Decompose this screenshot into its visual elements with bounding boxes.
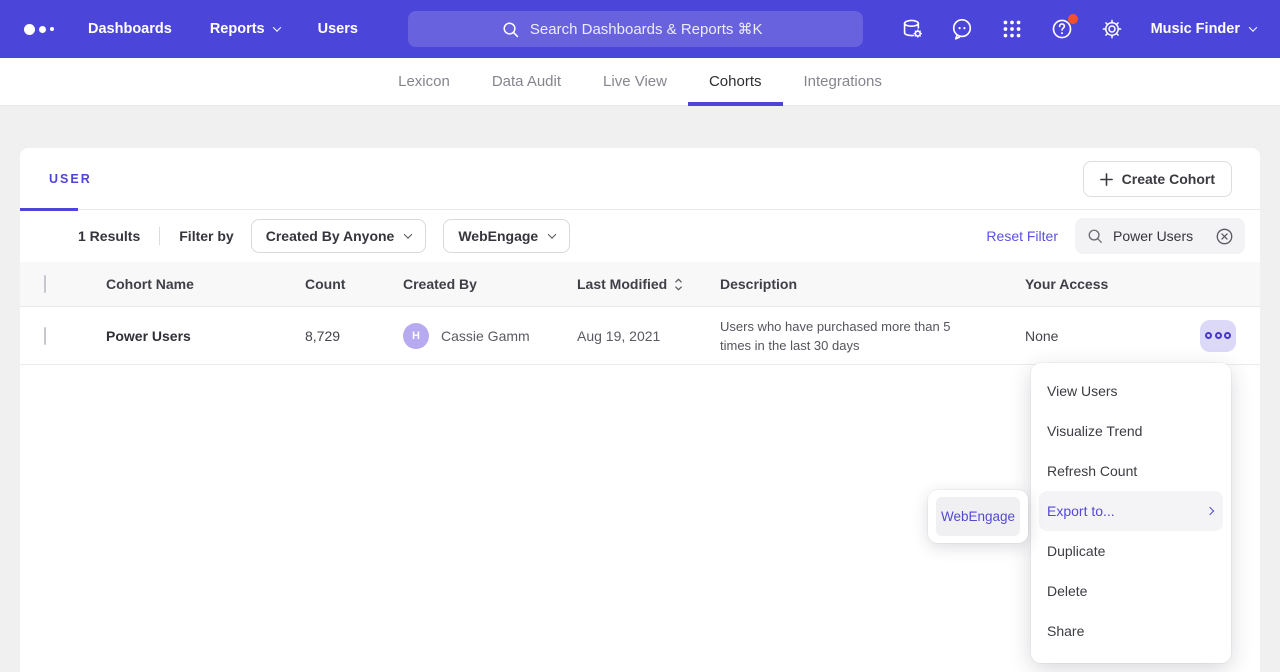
chevron-down-icon <box>1249 23 1257 31</box>
search-icon <box>501 20 520 39</box>
menu-item-visualize-trend[interactable]: Visualize Trend <box>1031 411 1231 451</box>
chevron-right-icon <box>1206 507 1214 515</box>
menu-item-view-users[interactable]: View Users <box>1031 371 1231 411</box>
row-checkbox[interactable] <box>44 327 46 345</box>
results-count: 1 Results <box>78 228 140 244</box>
data-settings-icon[interactable] <box>899 16 925 42</box>
chevron-down-icon <box>404 230 412 238</box>
create-cohort-button[interactable]: Create Cohort <box>1083 161 1232 197</box>
menu-item-delete[interactable]: Delete <box>1031 571 1231 611</box>
top-navigation-bar: Dashboards Reports Users <box>0 0 1280 58</box>
notification-dot <box>1068 14 1078 24</box>
access-cell: None <box>1025 328 1145 344</box>
plus-icon <box>1100 173 1113 186</box>
header-count-label: Count <box>305 276 345 292</box>
menu-item-export-to-label: Export to... <box>1047 503 1115 519</box>
cohort-search-input[interactable] <box>1113 228 1205 244</box>
project-switcher[interactable]: Music Finder <box>1151 21 1256 37</box>
nav-reports[interactable]: Reports <box>210 21 280 37</box>
nav-dashboards[interactable]: Dashboards <box>88 21 172 37</box>
settings-gear-icon[interactable] <box>1099 16 1125 42</box>
header-count[interactable]: Count <box>305 276 403 292</box>
tab-live-view[interactable]: Live View <box>582 58 688 105</box>
last-modified-cell: Aug 19, 2021 <box>577 328 720 344</box>
created-by-cell: H Cassie Gamm <box>403 323 577 349</box>
cohort-name-cell[interactable]: Power Users <box>106 328 305 344</box>
header-created-by-label: Created By <box>403 276 477 292</box>
menu-item-share[interactable]: Share <box>1031 611 1231 651</box>
section-tabs: Lexicon Data Audit Live View Cohorts Int… <box>0 58 1280 106</box>
mixpanel-logo-icon[interactable] <box>24 24 54 35</box>
export-submenu: WebEngage <box>928 490 1028 543</box>
tab-lexicon[interactable]: Lexicon <box>377 58 471 105</box>
menu-item-export-to[interactable]: Export to... <box>1039 491 1223 531</box>
tab-cohorts[interactable]: Cohorts <box>688 58 783 105</box>
submenu-item-webengage[interactable]: WebEngage <box>936 497 1020 536</box>
created-by-dropdown-value: Created By Anyone <box>266 228 395 244</box>
primary-nav: Dashboards Reports Users <box>88 21 358 37</box>
header-last-modified[interactable]: Last Modified <box>577 276 720 292</box>
description-cell: Users who have purchased more than 5 tim… <box>720 317 1025 355</box>
feedback-icon[interactable] <box>949 16 975 42</box>
user-tab-indicator <box>20 208 78 211</box>
header-your-access[interactable]: Your Access <box>1025 276 1145 292</box>
filter-by-label: Filter by <box>179 228 233 244</box>
user-tab[interactable]: USER <box>49 172 92 186</box>
header-description[interactable]: Description <box>720 276 1025 292</box>
menu-item-refresh-count[interactable]: Refresh Count <box>1031 451 1231 491</box>
search-icon <box>1086 227 1104 245</box>
table-row[interactable]: Power Users 8,729 H Cassie Gamm Aug 19, … <box>20 307 1260 365</box>
header-your-access-label: Your Access <box>1025 276 1108 292</box>
clear-search-icon[interactable] <box>1215 227 1234 246</box>
created-by-name: Cassie Gamm <box>441 328 530 344</box>
nav-users[interactable]: Users <box>318 21 358 37</box>
header-last-modified-label: Last Modified <box>577 276 667 292</box>
row-actions-menu: View Users Visualize Trend Refresh Count… <box>1031 363 1231 663</box>
header-description-label: Description <box>720 276 797 292</box>
global-search-input[interactable] <box>530 21 770 38</box>
row-actions-button[interactable] <box>1200 320 1236 352</box>
apps-grid-icon[interactable] <box>999 16 1025 42</box>
global-search[interactable] <box>408 11 863 47</box>
nav-dashboards-label: Dashboards <box>88 21 172 37</box>
cohort-search[interactable] <box>1075 218 1245 254</box>
topbar-icon-group <box>899 16 1125 42</box>
table-header-row: Cohort Name Count Created By Last Modifi… <box>20 262 1260 307</box>
chevron-down-icon <box>272 23 280 31</box>
chevron-down-icon <box>548 230 556 238</box>
panel-header: USER Create Cohort <box>20 148 1260 210</box>
reset-filter-link[interactable]: Reset Filter <box>986 228 1058 244</box>
nav-users-label: Users <box>318 21 358 37</box>
created-by-dropdown[interactable]: Created By Anyone <box>251 219 427 253</box>
tab-integrations[interactable]: Integrations <box>783 58 903 105</box>
header-cohort-name-label: Cohort Name <box>106 276 194 292</box>
filter-toolbar: 1 Results Filter by Created By Anyone We… <box>20 210 1260 262</box>
avatar: H <box>403 323 429 349</box>
integration-dropdown-value: WebEngage <box>458 228 538 244</box>
nav-reports-label: Reports <box>210 21 265 37</box>
integration-filter-dropdown[interactable]: WebEngage <box>443 219 570 253</box>
select-all-checkbox[interactable] <box>44 275 46 293</box>
count-cell: 8,729 <box>305 328 403 344</box>
sort-icon <box>674 278 683 291</box>
header-cohort-name[interactable]: Cohort Name <box>106 276 305 292</box>
menu-item-duplicate[interactable]: Duplicate <box>1031 531 1231 571</box>
help-icon[interactable] <box>1049 16 1075 42</box>
header-created-by[interactable]: Created By <box>403 276 577 292</box>
toolbar-right-group: Reset Filter <box>986 218 1245 254</box>
create-cohort-label: Create Cohort <box>1122 171 1215 187</box>
tab-data-audit[interactable]: Data Audit <box>471 58 582 105</box>
project-name-label: Music Finder <box>1151 21 1240 37</box>
divider <box>159 227 160 245</box>
